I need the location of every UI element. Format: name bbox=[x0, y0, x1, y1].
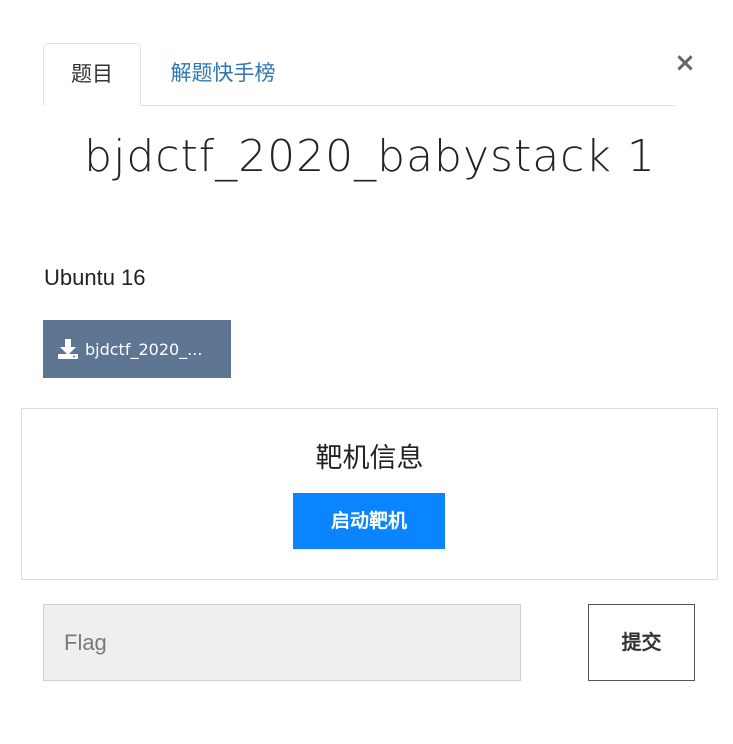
flag-input[interactable] bbox=[43, 604, 521, 681]
close-icon[interactable]: × bbox=[672, 48, 698, 78]
target-heading: 靶机信息 bbox=[315, 443, 424, 474]
submit-button[interactable]: 提交 bbox=[588, 604, 695, 681]
challenge-modal: × 题目 解题快手榜 bjdctf_2020_babystack 1 Ubunt… bbox=[0, 0, 733, 744]
challenge-description: Ubuntu 16 bbox=[44, 265, 146, 290]
tab-bar: 题目 解题快手榜 bbox=[43, 43, 675, 106]
start-target-button[interactable]: 启动靶机 bbox=[293, 493, 445, 549]
tab-leaderboard[interactable]: 解题快手榜 bbox=[153, 43, 293, 104]
download-icon bbox=[57, 338, 79, 360]
download-label: bjdctf_2020_... bbox=[85, 339, 203, 359]
download-button[interactable]: bjdctf_2020_... bbox=[43, 320, 231, 378]
tab-challenge[interactable]: 题目 bbox=[43, 43, 141, 106]
challenge-title: bjdctf_2020_babystack 1 bbox=[84, 131, 656, 182]
target-panel: 靶机信息 启动靶机 bbox=[21, 408, 718, 580]
